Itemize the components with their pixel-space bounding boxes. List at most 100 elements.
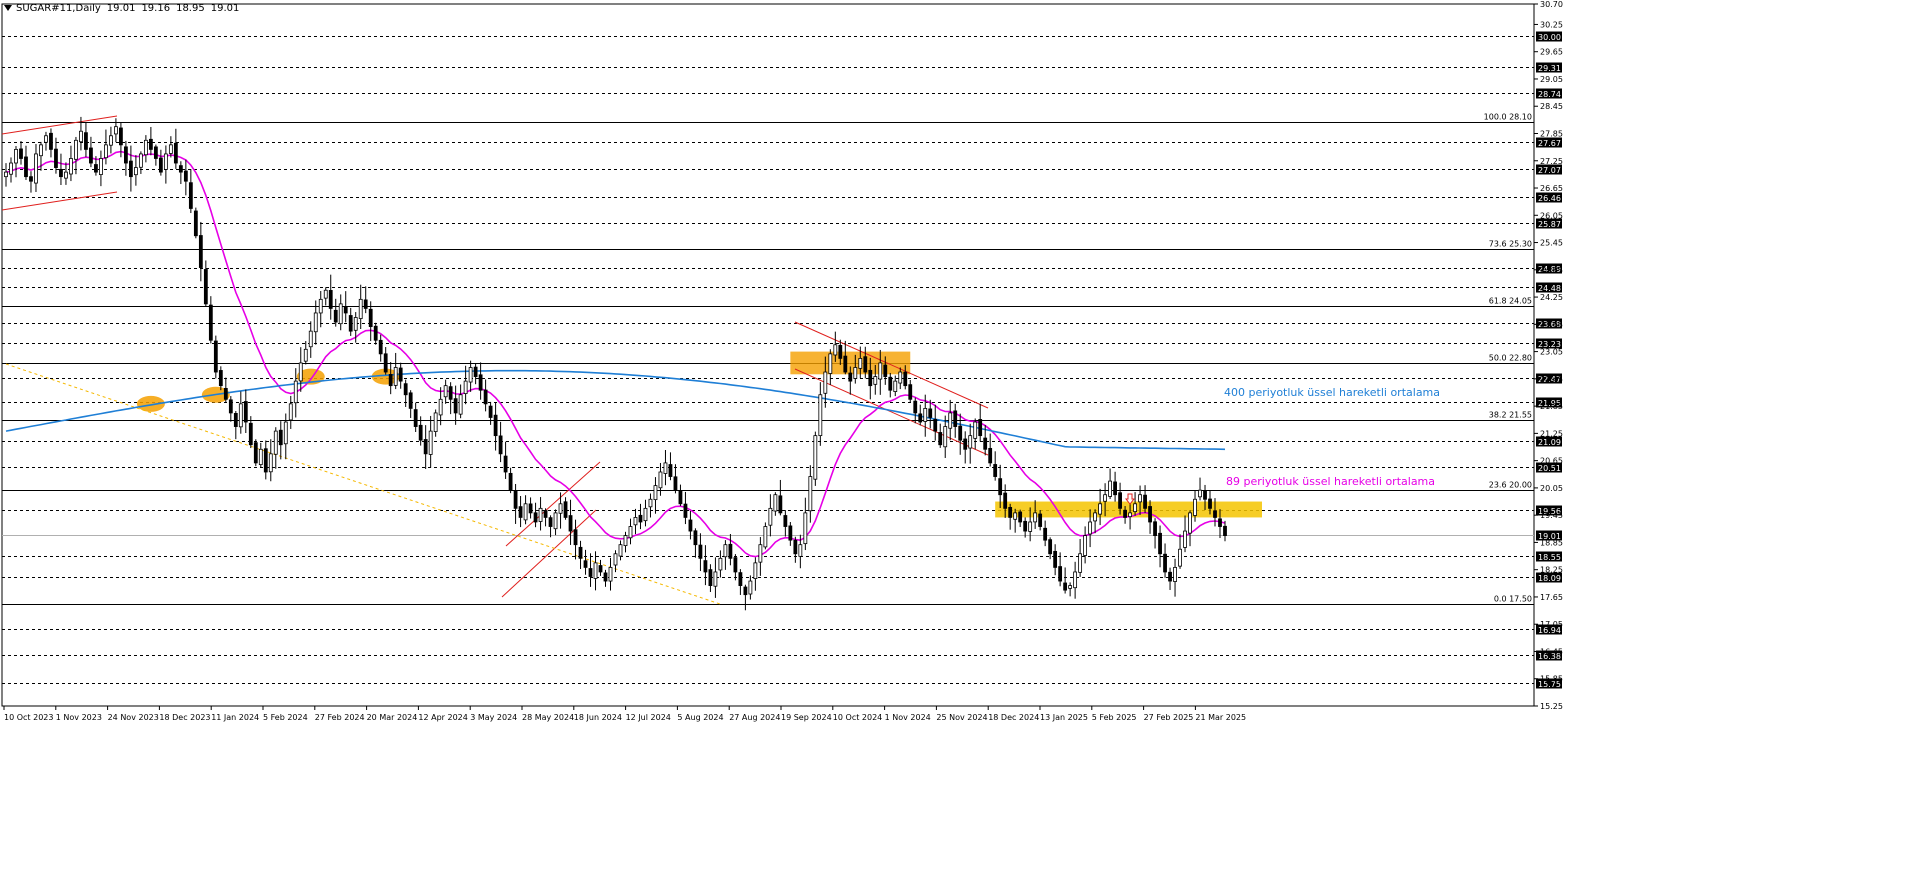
x-tick-label: 27 Feb 2024 bbox=[315, 713, 365, 722]
candle-body bbox=[883, 364, 888, 377]
candle-body bbox=[128, 160, 133, 178]
candle-body bbox=[393, 367, 398, 386]
y-tick-label: 25.45 bbox=[1540, 239, 1563, 248]
candle-body bbox=[928, 408, 933, 418]
candle-body bbox=[1083, 535, 1088, 556]
x-tick-label: 28 May 2024 bbox=[522, 713, 574, 722]
candle-body bbox=[473, 366, 478, 377]
candle-body bbox=[328, 290, 333, 309]
candle-body bbox=[268, 453, 273, 473]
candle-body bbox=[763, 526, 768, 548]
candle-body bbox=[833, 344, 838, 356]
candle-body bbox=[1093, 512, 1098, 522]
candle-body bbox=[583, 560, 588, 568]
channel-lower-1 bbox=[1, 191, 118, 211]
y-tick-label: 15.85 bbox=[1540, 675, 1563, 684]
candle-body bbox=[1193, 498, 1197, 516]
price-level-label: 28.74 bbox=[1538, 90, 1561, 99]
candle-body bbox=[778, 495, 783, 514]
candle-body bbox=[448, 386, 453, 400]
chart-canvas[interactable]: 30.0029.3128.7427.6727.0726.4625.8724.89… bbox=[0, 0, 1916, 888]
candle-body bbox=[1173, 567, 1177, 582]
candle-body bbox=[353, 317, 358, 331]
candle-body bbox=[9, 162, 13, 175]
y-tick-label: 23.65 bbox=[1540, 320, 1563, 329]
fibonacci-label: 100.0 28.10 bbox=[1484, 113, 1532, 122]
y-tick-label: 20.65 bbox=[1540, 457, 1563, 466]
candle-body bbox=[383, 353, 388, 373]
candle-body bbox=[718, 557, 723, 571]
candle-body bbox=[823, 371, 828, 394]
y-tick-label: 30.70 bbox=[1540, 0, 1563, 9]
candle-body bbox=[1018, 511, 1023, 523]
x-tick-label: 12 Jul 2024 bbox=[626, 713, 671, 722]
candle-body bbox=[593, 562, 598, 579]
price-level-label: 18.09 bbox=[1538, 574, 1561, 583]
candle-body bbox=[263, 448, 268, 473]
candle-body bbox=[1113, 481, 1117, 496]
candle-body bbox=[54, 148, 58, 168]
y-tick-label: 29.05 bbox=[1540, 75, 1563, 84]
candle-body bbox=[403, 383, 408, 396]
fibonacci-label: 0.0 17.50 bbox=[1494, 595, 1532, 604]
candle-body bbox=[1063, 582, 1068, 591]
candle-body bbox=[288, 403, 293, 421]
candle-body bbox=[39, 144, 43, 157]
candle-body bbox=[208, 304, 213, 341]
candle-body bbox=[373, 325, 378, 341]
annotations: 400 periyotluk üssel hareketli ortalama 8… bbox=[1124, 386, 1440, 505]
fibonacci-label: 61.8 24.05 bbox=[1489, 297, 1532, 306]
candle-body bbox=[843, 355, 848, 373]
candle-body bbox=[1123, 509, 1127, 518]
candle-body bbox=[293, 380, 298, 404]
chart-root[interactable]: 30.00 29.31 28.74 27.67 27.07 26.46 25.87 24.89… bbox=[0, 0, 1916, 888]
candle-body bbox=[84, 132, 88, 150]
candle-body bbox=[878, 362, 883, 380]
candle-body bbox=[638, 514, 643, 523]
candle-body bbox=[803, 512, 808, 545]
candle-body bbox=[413, 409, 418, 427]
x-tick-label: 25 Nov 2024 bbox=[936, 713, 987, 722]
x-tick-label: 12 Apr 2024 bbox=[418, 713, 467, 722]
ohlc-low: 18.95 bbox=[176, 3, 205, 14]
candle-body bbox=[523, 503, 528, 521]
y-tick-label: 26.65 bbox=[1540, 184, 1563, 193]
y-tick-label: 21.25 bbox=[1540, 429, 1563, 438]
x-tick-label: 10 Oct 2024 bbox=[833, 713, 882, 722]
candle-body bbox=[74, 139, 78, 160]
candle-body bbox=[973, 421, 978, 439]
price-level-label: 27.07 bbox=[1538, 166, 1561, 175]
candle-body bbox=[683, 503, 688, 518]
candle-body bbox=[218, 370, 223, 387]
candle-body bbox=[1153, 521, 1157, 537]
y-tick-label: 28.45 bbox=[1540, 102, 1563, 111]
candle-body bbox=[528, 503, 533, 514]
candle-body bbox=[438, 398, 443, 416]
candle-body bbox=[798, 544, 803, 557]
candle-body bbox=[503, 455, 508, 473]
y-tick-label: 27.85 bbox=[1540, 129, 1563, 138]
candle-body bbox=[938, 432, 943, 446]
candle-body bbox=[513, 490, 518, 509]
x-tick-label: 19 Sep 2024 bbox=[781, 713, 832, 722]
candle-body bbox=[423, 439, 428, 455]
candle-body bbox=[228, 399, 233, 414]
candle-body bbox=[533, 512, 538, 523]
highlight-zones bbox=[136, 351, 1262, 518]
candle-body bbox=[188, 182, 193, 209]
candle-body bbox=[378, 339, 383, 355]
candle-body bbox=[1163, 553, 1167, 573]
candle-body bbox=[788, 525, 793, 541]
price-level-label: 18.55 bbox=[1538, 553, 1561, 562]
candle-body bbox=[1188, 512, 1192, 534]
x-tick-label: 1 Nov 2023 bbox=[56, 713, 102, 722]
dropdown-triangle-icon[interactable] bbox=[4, 5, 12, 11]
candle-body bbox=[418, 424, 423, 441]
candle-body bbox=[668, 464, 673, 477]
moving-averages bbox=[5, 150, 1226, 558]
y-tick-label: 21.85 bbox=[1540, 402, 1563, 411]
candle-body bbox=[1073, 571, 1078, 589]
price-level-label: 30.00 bbox=[1538, 33, 1561, 42]
candle-body bbox=[723, 544, 728, 558]
candle-body bbox=[318, 298, 323, 314]
